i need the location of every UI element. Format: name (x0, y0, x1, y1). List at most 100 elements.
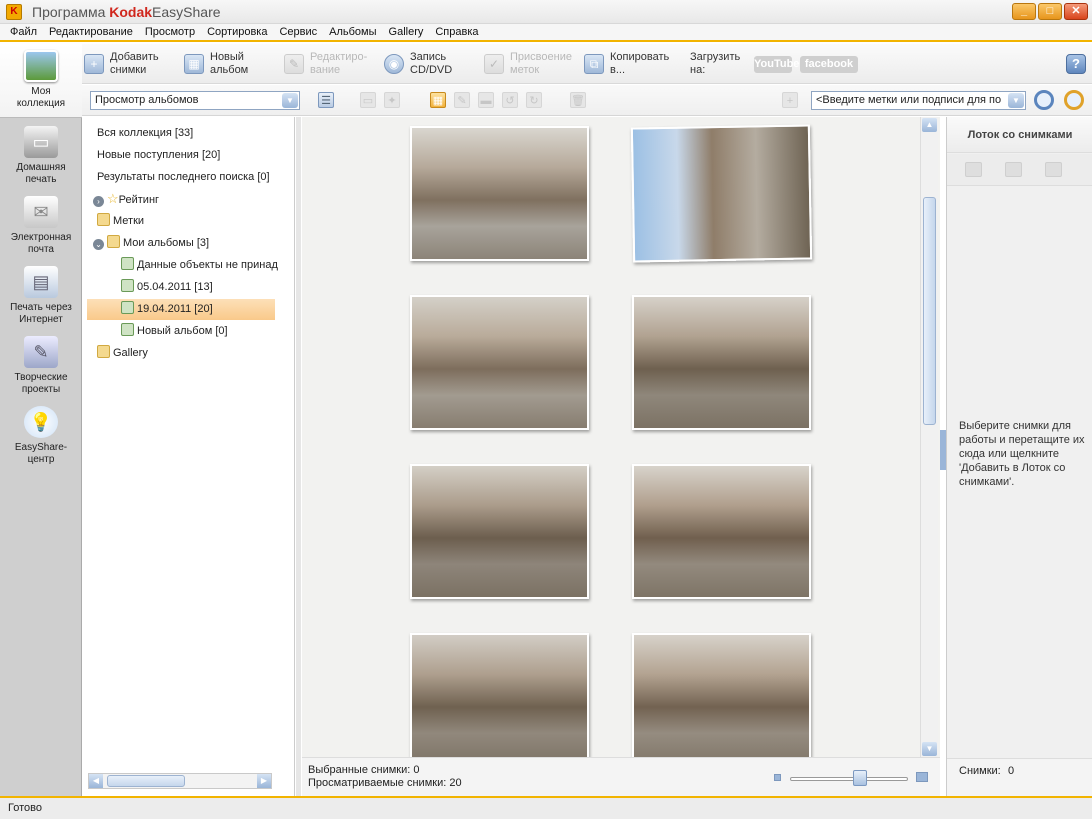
star-icon: ☆ (107, 191, 119, 206)
expand-icon[interactable]: › (93, 196, 104, 207)
maximize-button[interactable]: □ (1038, 3, 1062, 20)
kodak-app-icon[interactable]: K (6, 4, 22, 20)
copy-to-button[interactable]: ⧉ Копировать в... (584, 49, 669, 79)
main-toolbar: + Добавить снимки ▦ Новый альбом ✎ Редак… (82, 44, 1092, 84)
tag-tool-icon[interactable]: ✦ (384, 92, 400, 108)
edit-tool-icon[interactable]: ✎ (454, 92, 470, 108)
tray-title: Лоток со снимками (947, 117, 1092, 153)
grid-vertical-scrollbar[interactable]: ▲ ▼ (920, 117, 938, 757)
photo-thumbnail[interactable] (410, 126, 589, 261)
tree-horizontal-scrollbar[interactable]: ◀ ▶ (88, 773, 272, 789)
left-nav: Моя коллекция ▭ Домашняя печать ✉ Электр… (0, 44, 82, 796)
tree-item-last-search[interactable]: Результаты последнего поиска [0] (97, 168, 270, 186)
zoom-small-icon[interactable] (774, 774, 781, 781)
kodak-logo: Kodak (109, 4, 153, 20)
menu-help[interactable]: Справка (429, 24, 484, 40)
menu-file[interactable]: Файл (4, 24, 43, 40)
nav-creative-projects[interactable]: ✎ Творческие проекты (0, 330, 82, 400)
close-button[interactable]: ✕ (1064, 3, 1088, 20)
tray-clear-icon[interactable] (1045, 162, 1062, 177)
online-print-icon: ▤ (24, 266, 58, 298)
menu-sort[interactable]: Сортировка (201, 24, 273, 40)
tray-grid-icon[interactable] (965, 162, 982, 177)
scroll-left-icon[interactable]: ◀ (89, 774, 103, 788)
menu-gallery[interactable]: Gallery (383, 24, 430, 40)
details-view-icon[interactable]: ☰ (318, 92, 334, 108)
photo-thumbnail[interactable] (632, 633, 811, 757)
tree-item-new-arrivals[interactable]: Новые поступления [20] (97, 146, 220, 164)
menu-edit[interactable]: Редактирование (43, 24, 139, 40)
add-pictures-button[interactable]: + Добавить снимки (84, 49, 159, 79)
slider-thumb[interactable] (853, 770, 867, 786)
scroll-thumb[interactable] (107, 775, 185, 787)
tag-search-input[interactable]: <Введите метки или подписи для по ▼ (811, 91, 1026, 110)
facebook-button[interactable]: facebook (800, 56, 858, 73)
help-button[interactable]: ? (1066, 54, 1086, 74)
photo-thumbnail[interactable] (632, 295, 811, 430)
grid-status-area: Выбранные снимки: 0 Просматриваемые сним… (302, 757, 940, 796)
tree-item-tags[interactable]: Метки (97, 212, 144, 230)
photo-thumbnail[interactable] (632, 464, 811, 599)
scroll-up-icon[interactable]: ▲ (922, 118, 937, 132)
burn-cd-button[interactable]: ◉ Запись CD/DVD (384, 49, 452, 79)
advanced-search-icon[interactable] (1064, 90, 1084, 110)
thumbnail-view-icon[interactable]: ▦ (430, 92, 446, 108)
viewed-count: Просматриваемые снимки: 20 (308, 777, 462, 789)
nav-my-collection[interactable]: Моя коллекция (0, 44, 82, 118)
tree-item-album-2[interactable]: 05.04.2011 [13] (121, 278, 213, 296)
delete-icon[interactable]: 🗑 (570, 92, 586, 108)
nav-home-print[interactable]: ▭ Домашняя печать (0, 120, 82, 190)
thumbnail-size-slider[interactable] (790, 777, 908, 781)
scroll-thumb[interactable] (923, 197, 936, 425)
scroll-down-icon[interactable]: ▼ (922, 742, 937, 756)
photo-thumbnail[interactable] (410, 295, 589, 430)
tree-item-rating[interactable]: › ☆Рейтинг (93, 190, 159, 208)
selected-count: Выбранные снимки: 0 (308, 764, 420, 776)
copy-icon: ⧉ (584, 54, 604, 74)
tree-item-album-1[interactable]: Данные объекты не принад (121, 256, 278, 274)
minimize-button[interactable]: _ (1012, 3, 1036, 20)
cd-icon: ◉ (384, 54, 404, 74)
panel-splitter[interactable] (296, 117, 301, 796)
rotate-right-icon[interactable]: ↻ (526, 92, 542, 108)
nav-email[interactable]: ✉ Электронная почта (0, 190, 82, 260)
album-icon (121, 257, 134, 270)
collapse-icon[interactable]: ⌄ (93, 239, 104, 250)
gallery-folder-icon (97, 345, 110, 358)
slideshow-icon[interactable]: ▬ (478, 92, 494, 108)
chevron-down-icon[interactable]: ▼ (1008, 93, 1024, 108)
assign-tags-button[interactable]: ✓ Присвоение меток (484, 49, 572, 79)
tree-item-album-3-selected[interactable]: 19.04.2011 [20] (87, 299, 275, 320)
folder-icon (107, 235, 120, 248)
view-mode-select[interactable]: Просмотр альбомов ▼ (90, 91, 300, 110)
nav-online-print[interactable]: ▤ Печать через Интернет (0, 260, 82, 330)
new-album-button[interactable]: ▦ Новый альбом (184, 49, 248, 79)
secondary-toolbar: Просмотр альбомов ▼ ☰ ▭ ✦ ▦ ✎ ▬ ↺ ↻ 🗑 + … (82, 85, 1092, 116)
photo-thumbnail[interactable] (410, 633, 589, 757)
search-icon[interactable] (1034, 90, 1054, 110)
tray-remove-icon[interactable] (1005, 162, 1022, 177)
printer-icon: ▭ (24, 126, 58, 158)
collection-icon (24, 50, 58, 82)
menu-tools[interactable]: Сервис (273, 24, 323, 40)
zoom-large-icon[interactable] (916, 772, 928, 782)
tree-item-album-4[interactable]: Новый альбом [0] (121, 322, 228, 340)
creative-projects-icon: ✎ (24, 336, 58, 368)
menu-albums[interactable]: Альбомы (323, 24, 382, 40)
scroll-right-icon[interactable]: ▶ (257, 774, 271, 788)
tree-item-gallery[interactable]: Gallery (97, 344, 148, 362)
edit-button[interactable]: ✎ Редактиро- вание (284, 49, 367, 79)
status-text: Готово (8, 802, 42, 814)
youtube-button[interactable]: YouTube (754, 56, 799, 73)
photo-thumbnail[interactable] (630, 124, 813, 263)
tree-item-my-albums[interactable]: ⌄ Мои альбомы [3] (93, 234, 209, 252)
menu-view[interactable]: Просмотр (139, 24, 201, 40)
upload-label: Загрузить на: (690, 51, 741, 76)
photo-thumbnail[interactable] (410, 464, 589, 599)
rotate-left-icon[interactable]: ↺ (502, 92, 518, 108)
tag-add-icon[interactable]: + (782, 92, 798, 108)
print-icon[interactable]: ▭ (360, 92, 376, 108)
album-icon (121, 279, 134, 292)
nav-easyshare-center[interactable]: 💡 EasyShare- центр (0, 400, 82, 470)
tree-item-all-collection[interactable]: Вся коллекция [33] (97, 124, 193, 142)
